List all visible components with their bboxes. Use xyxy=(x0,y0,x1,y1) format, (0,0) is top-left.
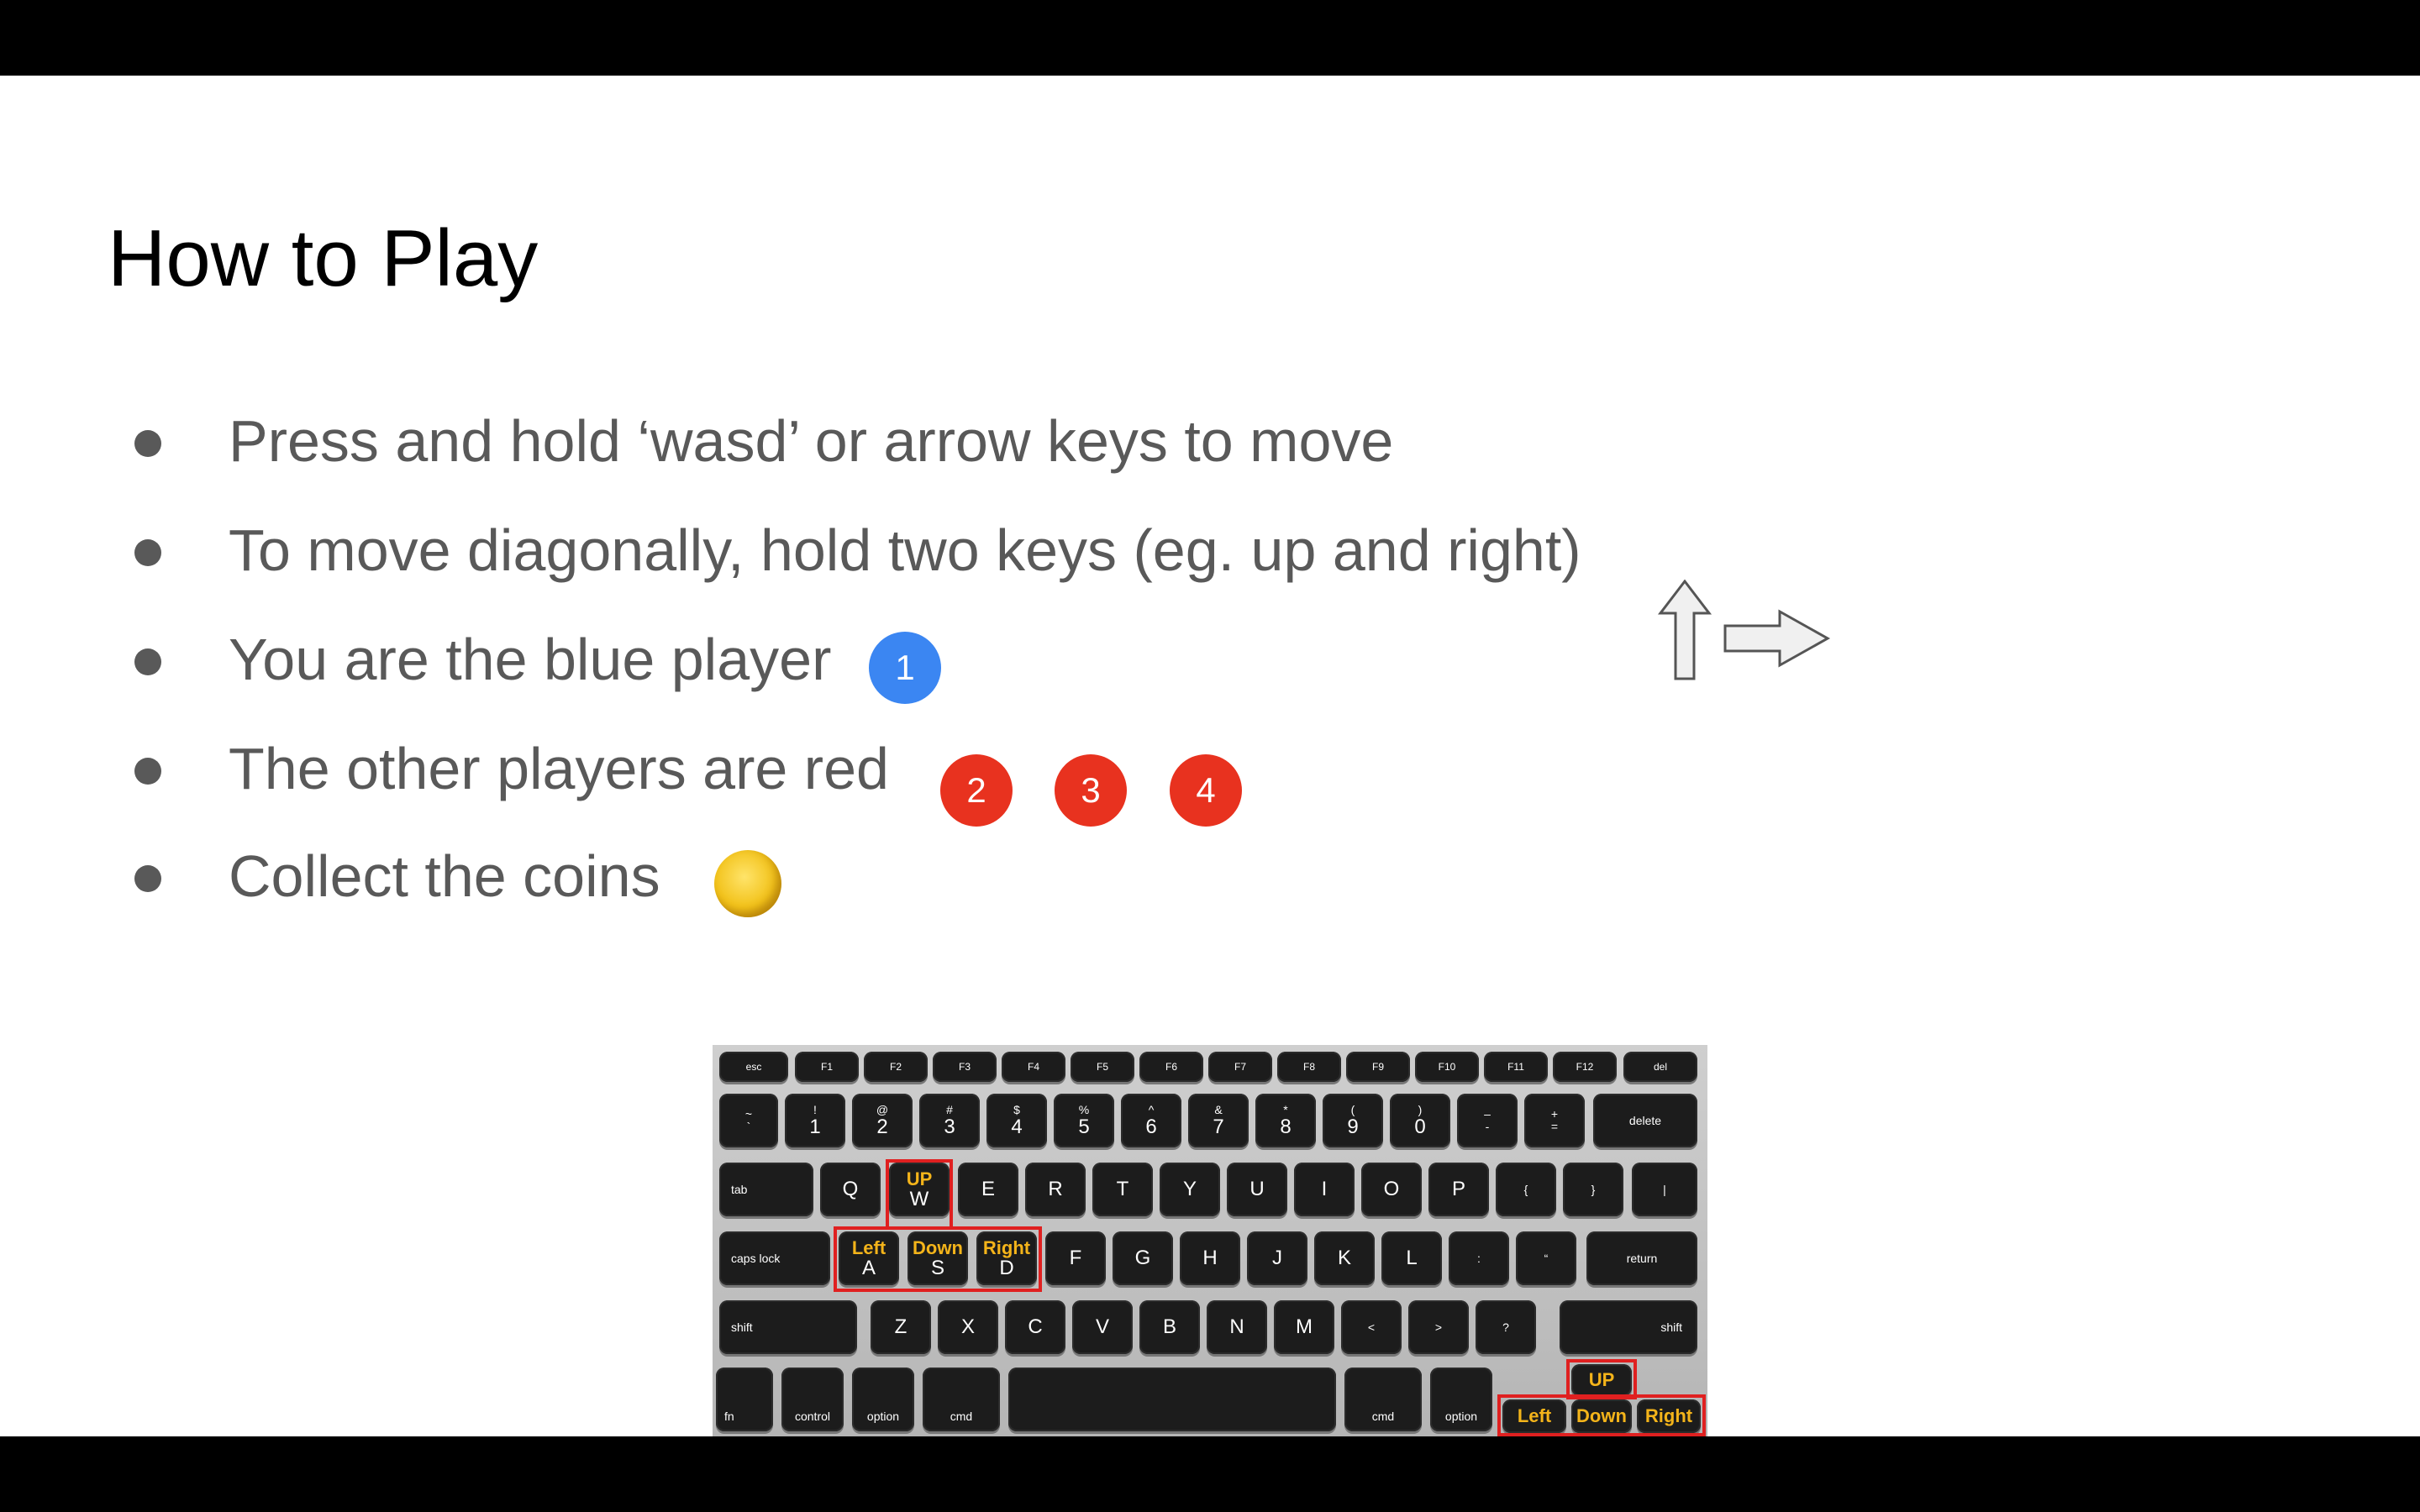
key-x: X xyxy=(938,1300,998,1354)
key-question: ? xyxy=(1476,1300,1536,1354)
bullet-red-players: The other players are red xyxy=(229,736,889,801)
key-fn: fn xyxy=(716,1368,773,1431)
arrow-right-icon xyxy=(1723,609,1831,668)
bullet-coins: Collect the coins xyxy=(229,843,660,909)
key-open-brace: { xyxy=(1496,1163,1556,1216)
bullet-dot xyxy=(134,648,161,675)
bullet-blue-player: You are the blue player xyxy=(229,627,832,692)
key-z: Z xyxy=(871,1300,931,1354)
key-quote: “ xyxy=(1516,1231,1576,1285)
key-colon: : xyxy=(1449,1231,1509,1285)
bullet-dot xyxy=(134,539,161,566)
key-tilde: ~ ` xyxy=(719,1094,778,1147)
key-p: P xyxy=(1428,1163,1489,1216)
key-m: M xyxy=(1274,1300,1334,1354)
key-n: N xyxy=(1207,1300,1267,1354)
highlight-asd-keys xyxy=(834,1226,1042,1292)
bullet-dot xyxy=(134,758,161,785)
key-6: ^ 6 xyxy=(1121,1094,1181,1147)
key-f6: F6 xyxy=(1139,1052,1203,1082)
key-f1: F1 xyxy=(795,1052,859,1082)
highlight-arrow-up-key xyxy=(1566,1359,1637,1399)
key-option-left: option xyxy=(852,1368,914,1431)
key-f11: F11 xyxy=(1484,1052,1548,1082)
highlight-arrow-keys xyxy=(1497,1394,1706,1436)
slide: How to Play Press and hold ‘wasd’ or arr… xyxy=(0,76,2420,1436)
key-8: * 8 xyxy=(1255,1094,1316,1147)
key-r: R xyxy=(1025,1163,1086,1216)
highlight-w-key xyxy=(886,1159,953,1230)
key-g: G xyxy=(1113,1231,1173,1285)
key-e: E xyxy=(958,1163,1018,1216)
key-7: & 7 xyxy=(1188,1094,1249,1147)
key-f10: F10 xyxy=(1415,1052,1479,1082)
key-del: del xyxy=(1623,1052,1697,1082)
red-player-token: 4 xyxy=(1170,754,1242,827)
key-y: Y xyxy=(1160,1163,1220,1216)
key-minus: – - xyxy=(1457,1094,1518,1147)
key-4: $4 xyxy=(986,1094,1047,1147)
key-9: (9 xyxy=(1323,1094,1383,1147)
key-f4: F4 xyxy=(1002,1052,1065,1082)
key-tab: tab xyxy=(719,1163,813,1216)
key-f12: F12 xyxy=(1553,1052,1617,1082)
key-1: ! 1 xyxy=(785,1094,845,1147)
key-j: J xyxy=(1247,1231,1307,1285)
key-f3: F3 xyxy=(933,1052,997,1082)
key-close-brace: } xyxy=(1563,1163,1623,1216)
keyboard-image: esc F1 F2 F3 F4 F5 F6 F7 F8 F9 F10 F11 F… xyxy=(713,1045,1707,1436)
key-delete: delete xyxy=(1593,1094,1697,1147)
key-v: V xyxy=(1072,1300,1133,1354)
key-f8: F8 xyxy=(1277,1052,1341,1082)
key-t: T xyxy=(1092,1163,1153,1216)
key-f7: F7 xyxy=(1208,1052,1272,1082)
red-player-token: 2 xyxy=(940,754,1013,827)
key-b: B xyxy=(1139,1300,1200,1354)
bullet-dot xyxy=(134,430,161,457)
key-i: I xyxy=(1294,1163,1355,1216)
key-5: % 5 xyxy=(1054,1094,1114,1147)
key-l: L xyxy=(1381,1231,1442,1285)
key-q: Q xyxy=(820,1163,881,1216)
key-f5: F5 xyxy=(1071,1052,1134,1082)
key-esc: esc xyxy=(719,1052,788,1082)
key-h: H xyxy=(1180,1231,1240,1285)
key-cmd-right: cmd xyxy=(1344,1368,1422,1431)
bullet-move-keys: Press and hold ‘wasd’ or arrow keys to m… xyxy=(229,408,1394,474)
coin-icon xyxy=(714,850,781,917)
key-control: control xyxy=(781,1368,844,1431)
key-o: O xyxy=(1361,1163,1422,1216)
key-shift-right: shift xyxy=(1560,1300,1697,1354)
key-3: #3 xyxy=(919,1094,980,1147)
bullet-diagonal: To move diagonally, hold two keys (eg. u… xyxy=(229,517,1581,583)
key-greater-than: > xyxy=(1408,1300,1469,1354)
key-f: F xyxy=(1045,1231,1106,1285)
blue-player-token: 1 xyxy=(869,632,941,704)
key-return: return xyxy=(1586,1231,1697,1285)
bullet-dot xyxy=(134,865,161,892)
key-equals: + = xyxy=(1524,1094,1585,1147)
key-pipe: | xyxy=(1632,1163,1697,1216)
key-cmd-left: cmd xyxy=(923,1368,1000,1431)
key-0: ) 0 xyxy=(1390,1094,1450,1147)
key-f2: F2 xyxy=(864,1052,928,1082)
key-2: @2 xyxy=(852,1094,913,1147)
arrow-icons xyxy=(1657,580,1831,680)
key-space xyxy=(1008,1368,1336,1431)
arrow-up-icon xyxy=(1657,580,1712,680)
key-caps-lock: caps lock xyxy=(719,1231,830,1285)
key-option-right: option xyxy=(1430,1368,1492,1431)
red-player-token: 3 xyxy=(1055,754,1127,827)
key-c: C xyxy=(1005,1300,1065,1354)
key-k: K xyxy=(1314,1231,1375,1285)
key-less-than: < xyxy=(1341,1300,1402,1354)
slide-title: How to Play xyxy=(108,213,539,303)
key-shift-left: shift xyxy=(719,1300,857,1354)
key-u: U xyxy=(1227,1163,1287,1216)
key-f9: F9 xyxy=(1346,1052,1410,1082)
